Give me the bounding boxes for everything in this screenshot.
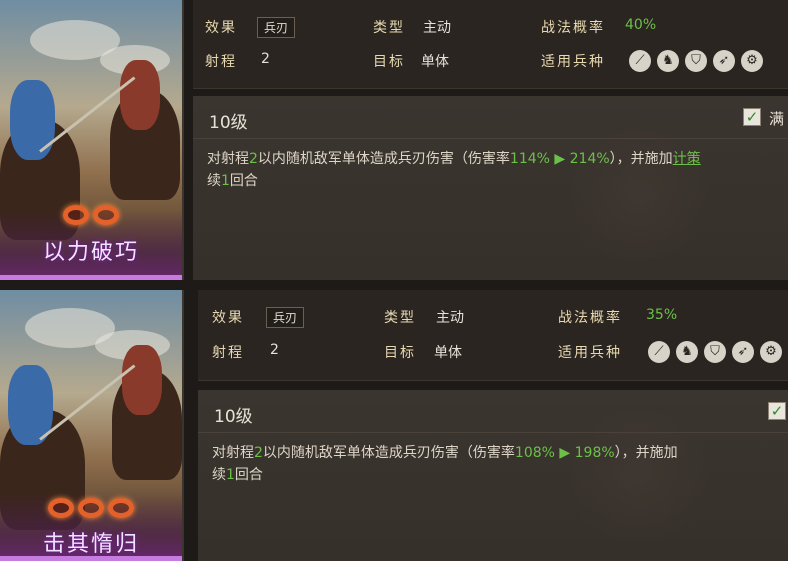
desc-text: 对射程 [207,151,249,167]
effect-label: 效果 [212,310,244,326]
arrow-right-icon: ▶ [554,445,575,461]
effect-tag: 兵刃 [266,307,305,328]
desc-duration: 1 [226,467,235,483]
bow-icon[interactable]: ➶ [732,341,754,363]
range-value: 2 [270,342,279,358]
tactic-level: 10级 [209,113,248,133]
troop-icons: ⟋ ♞ ⛉ ➶ ⚙ [629,50,763,72]
quality-bar [0,556,182,561]
tactic-level: 10级 [214,407,253,427]
desc-text: 续 [207,173,221,189]
type-label: 类型 [384,310,416,326]
range-value: 2 [261,51,270,67]
quality-ring-icon [63,205,89,225]
siege-icon[interactable]: ⚙ [760,341,782,363]
divider [193,138,788,139]
tactic-info-panel: 效果 兵刃 类型 主动 战法概率 35% 射程 2 目标 单体 适用兵种 ⟋ ♞… [198,290,788,381]
desc-range: 2 [249,151,258,167]
tactic-name: 击其惰归 [42,532,139,557]
rate-value: 40% [625,17,657,33]
tactic-description: 对射程2以内随机敌军单体造成兵刃伤害（伤害率108% ▶ 198%），并施加 续… [212,442,780,486]
tactic-info-panel: 效果 兵刃 类型 主动 战法概率 40% 射程 2 目标 单体 适用兵种 ⟋ ♞… [193,0,788,89]
tactic-description: 对射程2以内随机敌军单体造成兵刃伤害（伤害率114% ▶ 214%），并施加计策… [207,148,780,192]
troops-label: 适用兵种 [558,345,622,361]
desc-text: 以内随机敌军单体造成兵刃伤害（伤害率 [257,151,510,167]
tactic-detail-panel: 10级 ✓ 满 对射程2以内随机敌军单体造成兵刃伤害（伤害率114% ▶ 214… [193,96,788,280]
desc-text: 回合 [229,173,258,189]
quality-rings [0,205,182,225]
effect-tag: 兵刃 [257,17,296,38]
target-label: 目标 [373,54,405,70]
bow-icon[interactable]: ➶ [713,50,735,72]
quality-ring-icon [48,498,74,518]
tactic-detail-panel: 10级 ✓ 对射程2以内随机敌军单体造成兵刃伤害（伤害率108% ▶ 198%）… [198,390,788,561]
tactic-card-1: 以力破巧 效果 兵刃 类型 主动 战法概率 40% 射程 2 目标 单体 适用兵… [0,0,788,280]
quality-ring-icon [108,498,134,518]
effect-label: 效果 [205,20,237,36]
desc-text: 回合 [234,467,263,483]
desc-text: ），并施加 [614,445,678,461]
max-level-checkbox[interactable]: ✓ [768,402,786,420]
tactic-name: 以力破巧 [42,240,139,265]
desc-rate-max: 214% [569,151,610,167]
desc-range: 2 [254,445,263,461]
rate-value: 35% [646,307,678,323]
desc-rate-base: 108% [514,445,555,461]
divider [198,432,788,433]
desc-text: 以内随机敌军单体造成兵刃伤害（伤害率 [262,445,515,461]
desc-text: 续 [212,467,226,483]
shield-icon[interactable]: ⛉ [704,341,726,363]
rate-label: 战法概率 [558,310,622,326]
cavalry-icon[interactable]: ♞ [657,50,679,72]
type-value: 主动 [436,310,464,326]
portrait-rider [120,60,160,130]
target-value: 单体 [434,345,462,361]
status-link[interactable]: 计策 [673,151,701,167]
arrow-right-icon: ▶ [549,151,570,167]
troop-icons: ⟋ ♞ ⛉ ➶ ⚙ [648,341,782,363]
desc-rate-max: 198% [574,445,615,461]
spear-icon[interactable]: ⟋ [648,341,670,363]
desc-text: 对射程 [212,445,254,461]
siege-icon[interactable]: ⚙ [741,50,763,72]
spear-icon[interactable]: ⟋ [629,50,651,72]
max-level-checkbox[interactable]: ✓ [743,108,761,126]
target-label: 目标 [384,345,416,361]
desc-text: ），并施加 [609,151,673,167]
cavalry-icon[interactable]: ♞ [676,341,698,363]
tactic-portrait[interactable]: 以力破巧 [0,0,184,280]
range-label: 射程 [212,345,244,361]
rate-label: 战法概率 [541,20,605,36]
quality-bar [0,275,182,280]
quality-ring-icon [93,205,119,225]
range-label: 射程 [205,54,237,70]
tactic-portrait[interactable]: 击其惰归 [0,290,184,561]
desc-duration: 1 [221,173,230,189]
max-level-label: 满 [769,110,785,128]
quality-ring-icon [78,498,104,518]
type-label: 类型 [373,20,405,36]
quality-rings [0,498,182,518]
troops-label: 适用兵种 [541,54,605,70]
shield-icon[interactable]: ⛉ [685,50,707,72]
tactic-card-2: 击其惰归 效果 兵刃 类型 主动 战法概率 35% 射程 2 目标 单体 适用兵… [0,290,788,561]
target-value: 单体 [421,54,449,70]
desc-rate-base: 114% [509,151,550,167]
portrait-rider [10,80,55,160]
portrait-rider [122,345,162,415]
type-value: 主动 [423,20,451,36]
